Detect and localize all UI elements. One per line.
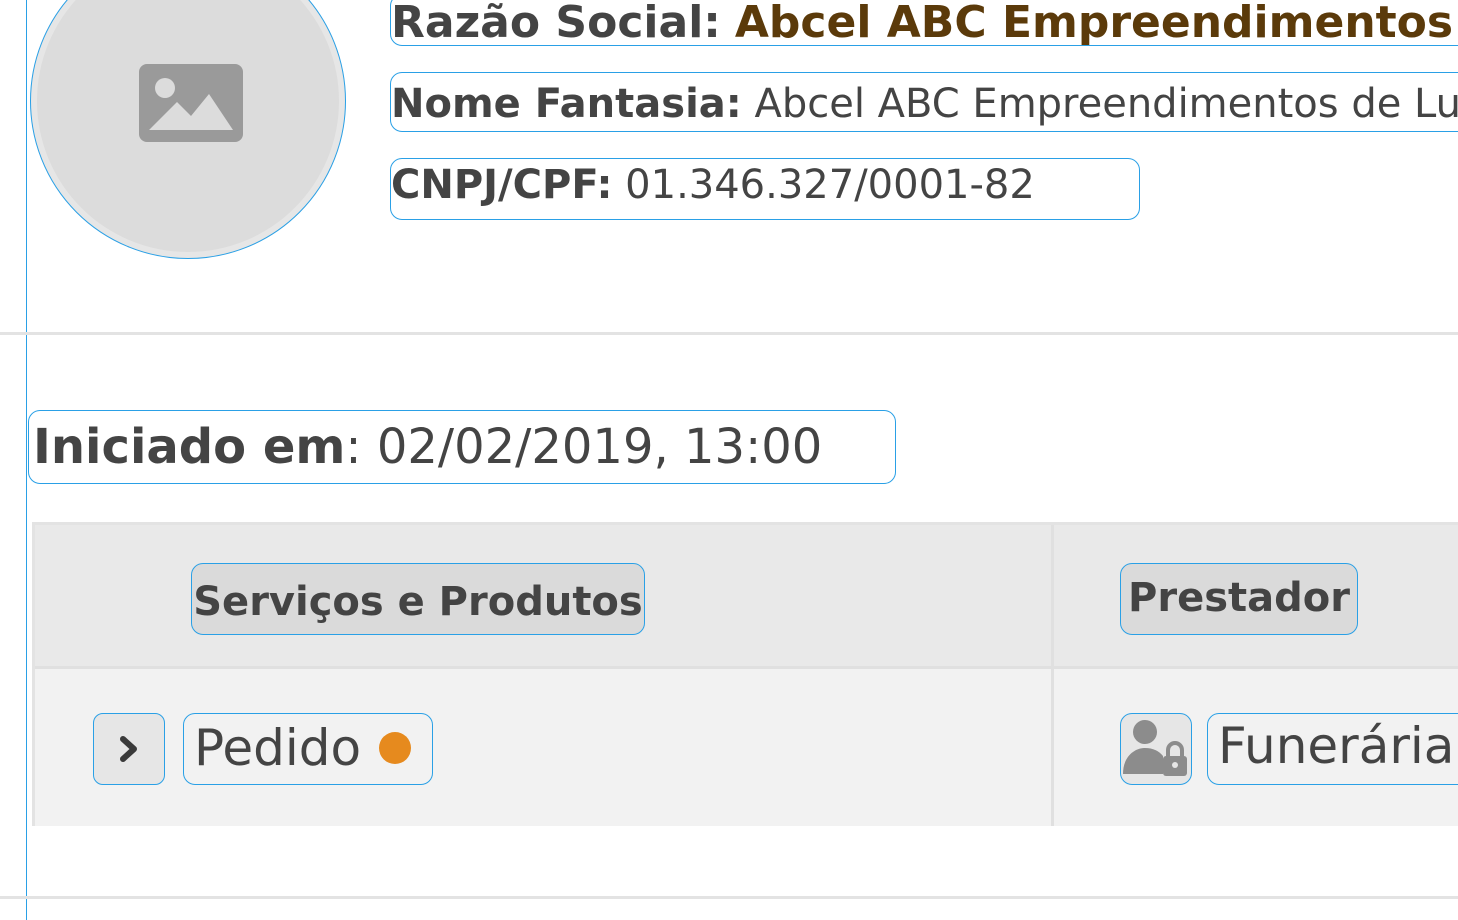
nome-fantasia-value: Abcel ABC Empreendimentos de Lu [754, 81, 1458, 127]
razao-social-label: Razão Social: [391, 0, 721, 46]
nome-fantasia-field: Nome Fantasia: Abcel ABC Empreendimentos… [390, 72, 1458, 132]
cnpj-field: CNPJ/CPF: 01.346.327/0001-82 [390, 158, 1140, 220]
razao-social-field: Razão Social: Abcel ABC Empreendimentos [390, 0, 1458, 46]
table-header: Serviços e Produtos Prestador [35, 525, 1458, 669]
started-at-field: Iniciado em: 02/02/2019, 13:00 [28, 410, 896, 484]
image-placeholder-icon [139, 64, 243, 142]
started-at-separator: : [345, 419, 377, 475]
expand-row-button[interactable] [93, 713, 165, 785]
user-lock-icon [1123, 720, 1187, 776]
started-at-label: Iniciado em [33, 419, 346, 475]
section-divider [0, 332, 1458, 335]
cnpj-label: CNPJ/CPF: [391, 162, 613, 208]
header-column-separator [1051, 525, 1054, 669]
header-prestador[interactable]: Prestador [1120, 563, 1358, 635]
left-guide-line [26, 0, 27, 920]
services-table: Serviços e Produtos Prestador Pedido Fun… [32, 522, 1458, 826]
order-item-label: Pedido [194, 719, 362, 777]
started-at-value: 02/02/2019, 13:00 [376, 419, 823, 475]
order-status-dot [379, 731, 412, 764]
column-separator [1051, 669, 1054, 826]
chevron-right-icon [120, 736, 137, 762]
order-item[interactable]: Pedido [183, 713, 433, 785]
provider-user-lock[interactable] [1120, 713, 1192, 785]
nome-fantasia-label: Nome Fantasia: [391, 81, 742, 127]
cnpj-value: 01.346.327/0001-82 [625, 162, 1035, 208]
header-servicos-produtos[interactable]: Serviços e Produtos [191, 563, 645, 635]
razao-social-value: Abcel ABC Empreendimentos [734, 0, 1454, 46]
bottom-divider [0, 896, 1458, 899]
provider-name[interactable]: Funerária [1207, 713, 1458, 785]
table-row[interactable]: Pedido Funerária [35, 669, 1458, 826]
company-avatar[interactable] [30, 0, 346, 259]
